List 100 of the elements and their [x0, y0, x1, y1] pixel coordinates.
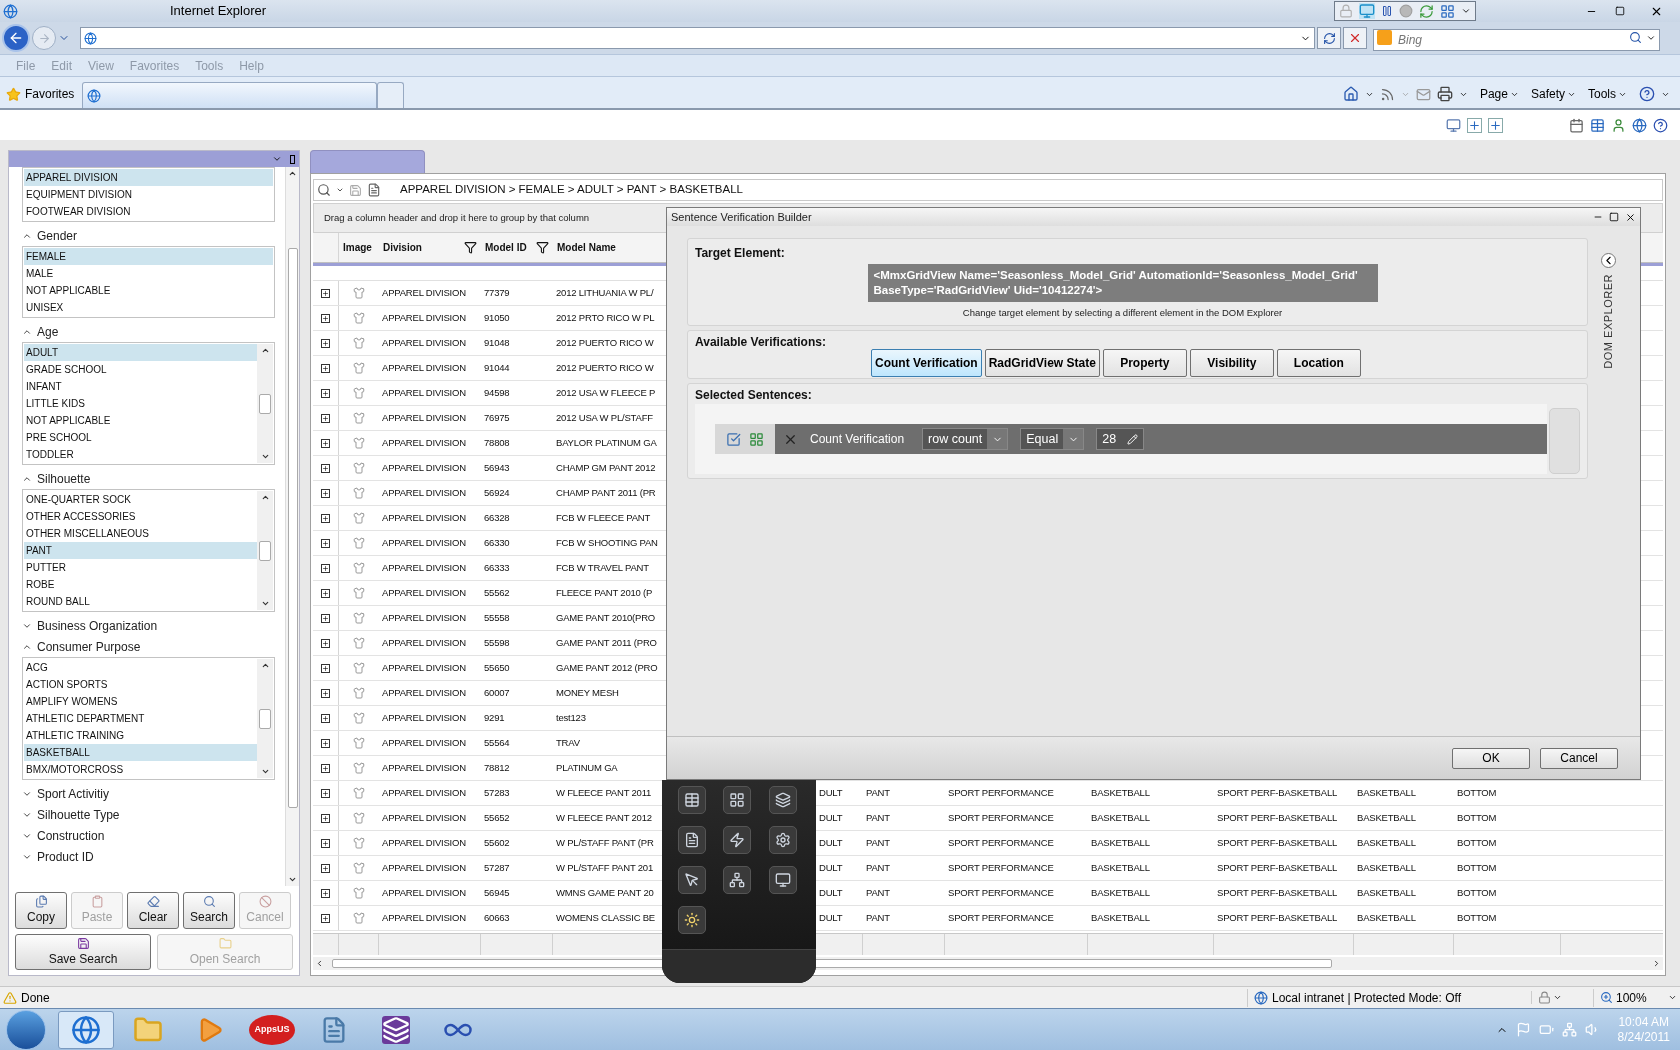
filter-section-header[interactable]: Silhouette [22, 468, 275, 489]
help-icon[interactable] [1639, 86, 1655, 102]
expand-row-icon[interactable] [321, 763, 330, 773]
filter-list-item[interactable]: ACG [24, 659, 257, 676]
stop-icon[interactable] [1348, 31, 1362, 45]
filter-list-item[interactable]: BMX/MOTORCROSS [24, 761, 257, 778]
palette-tool-icon[interactable] [723, 786, 752, 814]
collapse-icon[interactable] [1600, 253, 1616, 268]
maximize-icon[interactable] [1609, 211, 1619, 222]
caret-icon[interactable] [1553, 993, 1562, 1002]
start-button[interactable] [6, 1009, 46, 1050]
zoom-control[interactable]: 100% [1593, 988, 1677, 1007]
globe-icon[interactable] [71, 1014, 101, 1045]
globe-icon[interactable] [1632, 117, 1647, 133]
home-icon[interactable] [1342, 86, 1359, 102]
caret-icon[interactable] [272, 154, 282, 164]
scroll-right-icon[interactable] [1652, 959, 1661, 968]
expand-row-icon[interactable] [321, 388, 330, 398]
filter-list-item[interactable]: PUTTER [24, 559, 257, 576]
command-menu[interactable]: Page [1479, 85, 1519, 103]
expand-row-icon[interactable] [321, 788, 330, 798]
search-icon[interactable] [1629, 31, 1642, 44]
palette-tool-icon[interactable] [723, 826, 752, 854]
pause-icon[interactable] [1381, 5, 1394, 17]
expand-row-icon[interactable] [321, 913, 330, 923]
dialog-button[interactable]: Cancel [1540, 747, 1618, 769]
filter-list-item[interactable]: ROBE [24, 576, 257, 593]
calendar-icon[interactable] [1569, 117, 1584, 133]
expand-row-icon[interactable] [321, 613, 330, 623]
expand-row-icon[interactable] [321, 463, 330, 473]
verification-button[interactable]: Count Verification [871, 349, 982, 377]
filter-list-item[interactable]: FOOTWEAR DIVISION [24, 203, 273, 220]
filter-list-item[interactable]: UNISEX [24, 299, 273, 316]
user-icon[interactable] [1611, 117, 1626, 133]
verification-button[interactable]: Property [1102, 349, 1187, 377]
restore-icon[interactable] [1615, 6, 1625, 16]
add-row-icon[interactable] [1488, 117, 1503, 133]
search-field[interactable]: Bing [1373, 29, 1660, 51]
column-header[interactable]: Model ID [481, 233, 553, 262]
filter-list-item[interactable]: INFANT [24, 378, 257, 395]
address-field[interactable] [80, 27, 1315, 49]
grid-icon[interactable] [749, 431, 764, 447]
expand-row-icon[interactable] [321, 488, 330, 498]
expand-row-icon[interactable] [321, 638, 330, 648]
taskbar-app[interactable] [58, 1010, 114, 1049]
pencil-icon[interactable] [1127, 433, 1139, 445]
grid-icon[interactable] [1440, 3, 1456, 19]
palette-tool-icon[interactable] [723, 866, 752, 894]
value-field[interactable]: 28 [1096, 428, 1145, 450]
filter-section-header[interactable]: Gender [22, 225, 275, 246]
stop-button[interactable] [1343, 27, 1367, 49]
filter-list-item[interactable]: PRE SCHOOL [24, 429, 257, 446]
filter-icon[interactable] [464, 241, 477, 254]
filter-list-item[interactable]: ADULT [24, 344, 257, 361]
filter-list-item[interactable]: ACTION SPORTS [24, 676, 257, 693]
scroll-down-icon[interactable] [260, 767, 270, 776]
filter-section-header[interactable]: Business Organization [22, 615, 275, 636]
search-icon[interactable] [202, 895, 216, 908]
column-header[interactable]: Division [379, 233, 481, 262]
palette-tool-icon[interactable] [678, 826, 706, 854]
filter-list-item[interactable]: OTHER ACCESSORIES [24, 508, 257, 525]
filter-section-header[interactable]: Consumer Purpose [22, 636, 275, 657]
expand-row-icon[interactable] [321, 863, 330, 873]
filter-list-item[interactable]: ROUND BALL [24, 593, 257, 610]
palette-tool-icon[interactable] [768, 866, 797, 894]
palette-tool-icon[interactable] [678, 786, 706, 814]
filter-list-item[interactable]: PANT [24, 542, 257, 559]
filter-list-item[interactable]: FEMALE [24, 248, 273, 265]
property-dropdown[interactable]: row count [922, 428, 1009, 450]
help-icon[interactable] [1653, 117, 1668, 133]
expand-row-icon[interactable] [321, 838, 330, 848]
filter-list-item[interactable]: ONE-QUARTER SOCK [24, 491, 257, 508]
toolbar-button[interactable]: Clear [127, 892, 179, 929]
expand-row-icon[interactable] [321, 313, 330, 323]
caret-icon[interactable] [336, 186, 344, 194]
view-icon[interactable] [1446, 117, 1461, 133]
expand-row-icon[interactable] [321, 588, 330, 598]
scroll-down-icon[interactable] [260, 599, 270, 608]
refresh-icon[interactable] [1419, 3, 1435, 19]
scroll-thumb[interactable] [259, 393, 271, 414]
scroll-up-icon[interactable] [260, 661, 270, 670]
scroll-thumb[interactable] [259, 708, 271, 729]
caret-icon[interactable] [1461, 6, 1472, 16]
favorites-button[interactable]: Favorites [6, 80, 75, 108]
expand-row-icon[interactable] [321, 513, 330, 523]
filter-list-item[interactable]: AMPLIFY WOMENS [24, 693, 257, 710]
search-icon[interactable] [317, 183, 331, 197]
filter-section-header[interactable]: Silhouette Type [22, 804, 275, 825]
filter-list-item[interactable]: OTHER MISCELLANEOUS [24, 525, 257, 542]
feeds-icon[interactable] [1379, 86, 1395, 102]
filter-list-item[interactable]: ATHLETIC DEPARTMENT [24, 710, 257, 727]
toolbar-button[interactable]: Search [183, 892, 235, 929]
expand-row-icon[interactable] [321, 288, 330, 298]
dropdown-caret-icon[interactable] [1646, 33, 1656, 43]
scroll-thumb[interactable] [287, 248, 298, 808]
check-icon[interactable] [726, 431, 741, 447]
filter-list-item[interactable]: NOT APPLICABLE [24, 282, 273, 299]
table-icon[interactable] [1590, 117, 1605, 133]
scroll-down-icon[interactable] [260, 452, 270, 461]
palette-tool-icon[interactable] [678, 906, 706, 934]
